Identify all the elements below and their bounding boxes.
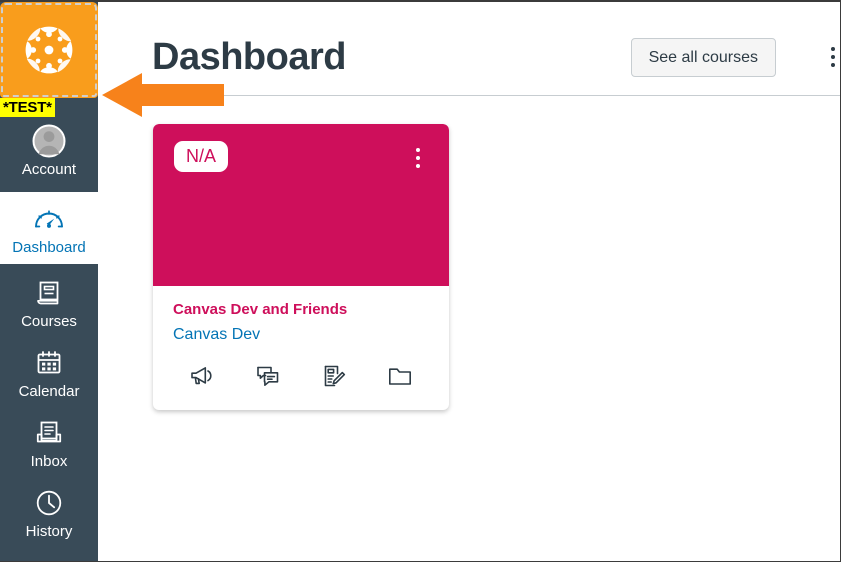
course-card-actions [153,346,449,410]
discussion-icon [255,364,281,391]
course-card-grid: N/A Canvas Dev and Friends Canvas Dev [153,124,449,410]
sidebar-item-inbox[interactable]: Inbox [0,404,98,474]
sidebar-item-label: Courses [21,313,77,330]
global-navigation-sidebar: *TEST* Account Dashboard Courses Calenda… [0,2,98,561]
megaphone-icon [189,364,215,391]
sidebar-item-history[interactable]: History [0,474,98,544]
kebab-dot [831,47,835,51]
inbox-tray-icon [35,416,63,450]
kebab-dot [416,156,420,160]
kebab-dot [831,63,835,67]
course-card-options-kebab-button[interactable] [409,144,427,172]
sidebar-item-courses[interactable]: Courses [0,264,98,334]
see-all-courses-button[interactable]: See all courses [630,37,776,77]
sidebar-item-dashboard[interactable]: Dashboard [0,192,98,264]
course-score-badge: N/A [174,141,229,172]
page-title: Dashboard [152,36,346,78]
sidebar-item-label: History [25,523,73,540]
dashboard-options-kebab-button[interactable] [820,41,840,73]
header-divider [220,95,840,96]
sidebar-item-label: Calendar [18,383,80,400]
canvas-logo-button[interactable] [0,2,98,98]
dashboard-main-content: Dashboard See all courses N/A Canvas Dev… [98,2,840,561]
user-avatar-icon [32,124,66,158]
calendar-icon [35,346,63,380]
folder-icon [387,364,413,391]
sidebar-item-calendar[interactable]: Calendar [0,334,98,404]
course-name-link[interactable]: Canvas Dev and Friends [173,300,429,320]
dashboard-header: Dashboard See all courses [152,26,840,88]
kebab-dot [416,148,420,152]
kebab-dot [416,164,420,168]
course-card-body: Canvas Dev and Friends Canvas Dev [153,286,449,346]
course-announcements-button[interactable] [169,362,235,392]
course-term-label: Canvas Dev [173,326,261,343]
course-files-button[interactable] [367,362,433,392]
course-discussions-button[interactable] [235,362,301,392]
sidebar-item-label: Inbox [30,453,68,470]
canvas-logo-icon [21,22,77,78]
clock-icon [35,486,63,520]
kebab-dot [831,55,835,59]
sidebar-item-label: Dashboard [12,239,86,256]
course-card-header: N/A [153,124,449,286]
gauge-icon [34,202,64,236]
course-assignments-button[interactable] [301,362,367,392]
test-badge-label: *TEST* [0,98,55,117]
course-card[interactable]: N/A Canvas Dev and Friends Canvas Dev [153,124,449,410]
canvas-dashboard-screen: *TEST* Account Dashboard Courses Calenda… [0,0,841,562]
test-environment-banner: *TEST* [0,98,98,120]
book-icon [35,276,63,310]
sidebar-item-label: Account [21,161,77,178]
assignment-icon [321,364,347,391]
sidebar-item-account[interactable]: Account [0,120,98,192]
